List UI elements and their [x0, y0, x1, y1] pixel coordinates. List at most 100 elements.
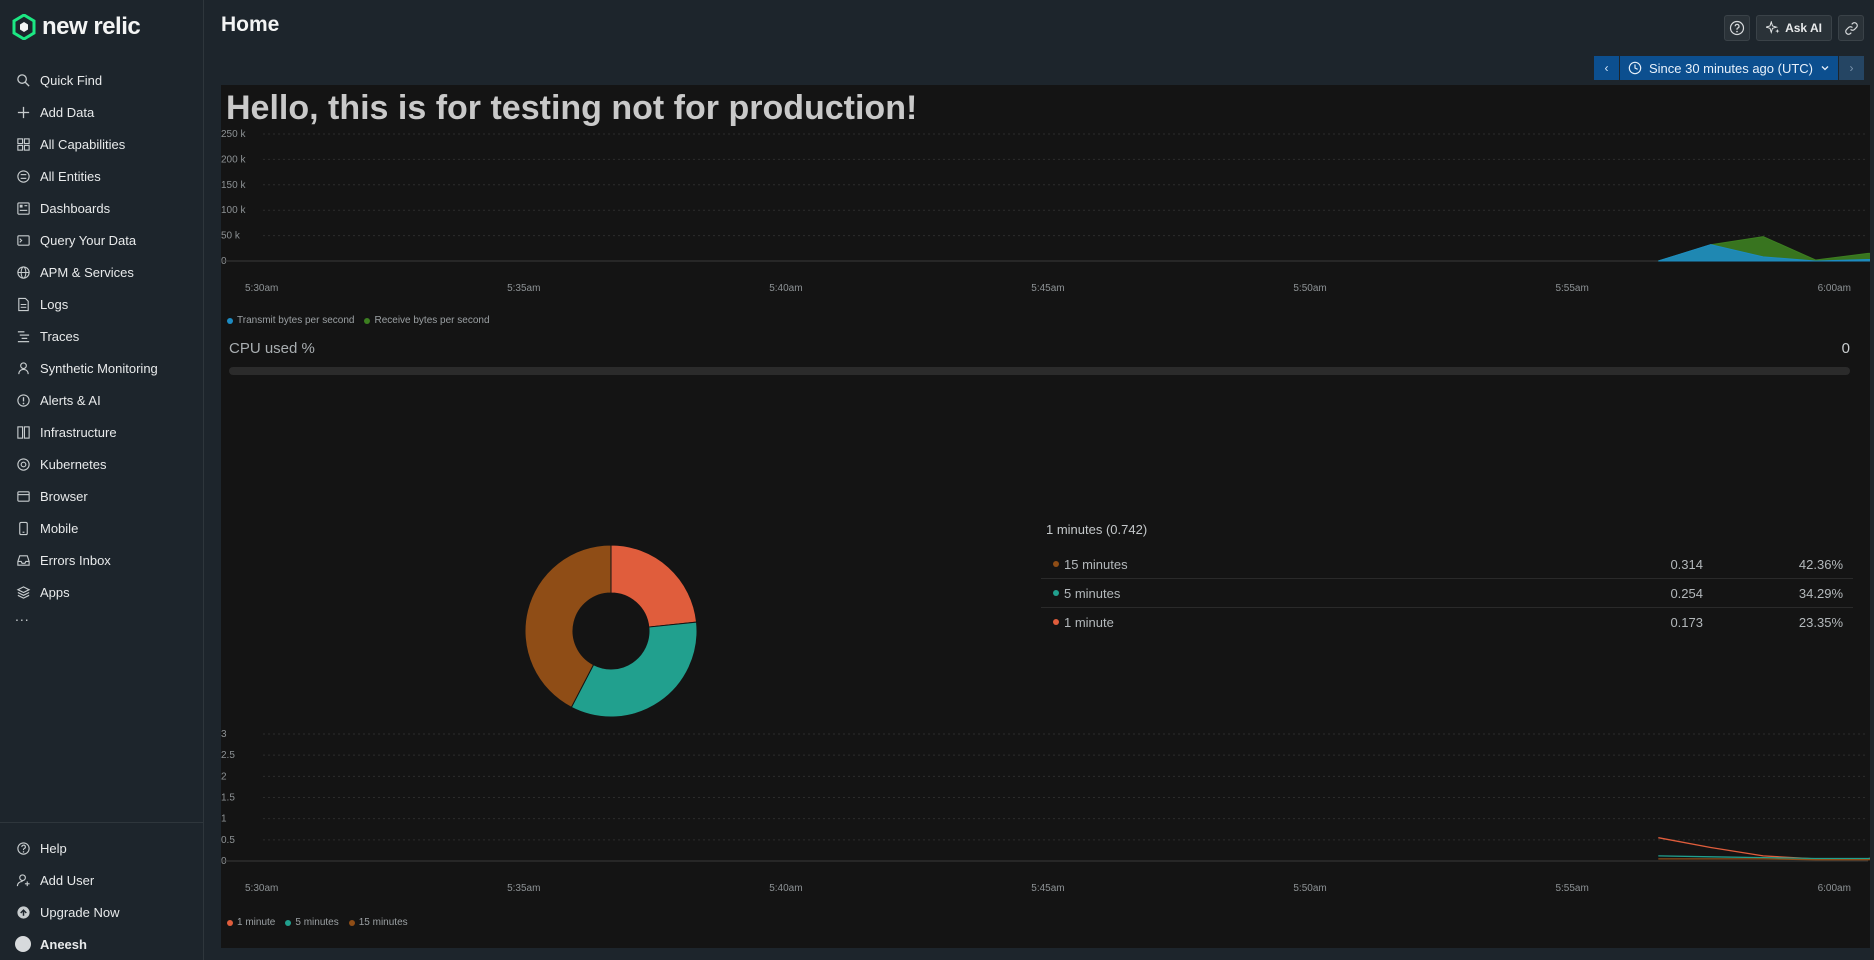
y-tick-label: 0.5 — [221, 835, 235, 846]
time-next-button[interactable]: › — [1839, 56, 1864, 80]
sidebar-item-browser[interactable]: Browser — [0, 480, 204, 512]
pie-row-label: 15 minutes — [1064, 556, 1128, 572]
sidebar-item-label: Synthetic Monitoring — [40, 360, 158, 376]
sidebar-item-quick-find[interactable]: Quick Find — [0, 64, 204, 96]
x-tick-label: 5:45am — [1031, 283, 1064, 294]
ask-ai-button[interactable]: Ask AI — [1756, 15, 1832, 41]
sidebar-item-upgrade-now[interactable]: Upgrade Now — [0, 896, 204, 928]
terminal-icon — [15, 232, 31, 248]
robot-icon — [15, 360, 31, 376]
sidebar-item-user-profile[interactable]: Aneesh — [0, 928, 204, 960]
pie-table-row[interactable]: 5 minutes 0.254 34.29% — [1041, 579, 1853, 608]
layers-icon — [15, 584, 31, 600]
traces-icon — [15, 328, 31, 344]
sidebar-item-label: Errors Inbox — [40, 552, 111, 568]
sidebar-item-apps[interactable]: Apps — [0, 576, 204, 608]
sidebar-item-kubernetes[interactable]: Kubernetes — [0, 448, 204, 480]
sidebar-item-label: APM & Services — [40, 264, 134, 280]
x-tick-label: 5:30am — [245, 283, 278, 294]
sidebar-item-add-user[interactable]: Add User — [0, 864, 204, 896]
sidebar-item-infrastructure[interactable]: Infrastructure — [0, 416, 204, 448]
sidebar-item-help[interactable]: Help — [0, 832, 204, 864]
sidebar-item-label: Mobile — [40, 520, 79, 536]
ask-ai-label: Ask AI — [1785, 21, 1822, 35]
help-button[interactable] — [1724, 15, 1751, 41]
pie-table-row[interactable]: 15 minutes 0.314 42.36% — [1041, 550, 1853, 579]
sidebar-item-label: All Capabilities — [40, 136, 126, 152]
pie-row-value: 0.254 — [1670, 585, 1703, 601]
time-prev-button[interactable]: ‹ — [1593, 56, 1619, 80]
chevron-right-icon: › — [1849, 61, 1854, 75]
series-line — [1658, 837, 1870, 860]
upgrade-icon — [15, 904, 31, 920]
more-menu-button[interactable]: ... — [0, 608, 204, 632]
sidebar-item-label: Infrastructure — [40, 424, 117, 440]
inbox-icon — [15, 552, 31, 568]
time-range-selector[interactable]: Since 30 minutes ago (UTC) — [1618, 56, 1839, 80]
load-line-chart: 32.521.510.505:30am5:35am5:40am5:45am5:5… — [221, 729, 1870, 894]
sidebar-item-label: Help — [40, 840, 67, 856]
load-breakdown-table: 1 minutes (0.742) 15 minutes 0.314 42.36% 5… — [1041, 522, 1853, 636]
sparkle-icon — [1766, 21, 1780, 35]
chevron-down-icon — [1821, 66, 1829, 71]
pie-row-swatch — [1053, 619, 1059, 625]
new-relic-logo[interactable]: new relic — [12, 12, 141, 42]
sidebar-item-all-capabilities[interactable]: All Capabilities — [0, 128, 204, 160]
sidebar-item-all-entities[interactable]: All Entities — [0, 160, 204, 192]
load-chart-legend: 1 minute 5 minutes 15 minutes — [227, 917, 408, 928]
legend-item[interactable]: 5 minutes — [285, 917, 339, 928]
x-tick-label: 5:55am — [1555, 883, 1588, 894]
legend-label: Receive bytes per second — [374, 315, 490, 326]
sidebar-item-logs[interactable]: Logs — [0, 288, 204, 320]
kubernetes-icon — [15, 456, 31, 472]
series-area — [1658, 236, 1870, 262]
sidebar-item-label: All Entities — [40, 168, 101, 184]
legend-label: 5 minutes — [295, 917, 339, 928]
sidebar-item-label: Query Your Data — [40, 232, 137, 248]
legend-item[interactable]: Transmit bytes per second — [227, 315, 354, 326]
copy-link-button[interactable] — [1838, 15, 1864, 41]
pie-row-swatch — [1053, 561, 1059, 567]
sidebar-item-alerts-ai[interactable]: Alerts & AI — [0, 384, 204, 416]
legend-item[interactable]: Receive bytes per second — [364, 315, 490, 326]
pie-row-value: 0.173 — [1670, 614, 1703, 630]
dashboard-panel: Hello, this is for testing not for produ… — [221, 85, 1870, 948]
page-title: Home — [221, 13, 280, 36]
sidebar-item-mobile[interactable]: Mobile — [0, 512, 204, 544]
sidebar-item-apm-services[interactable]: APM & Services — [0, 256, 204, 288]
y-tick-label: 2.5 — [221, 750, 235, 761]
pie-slice[interactable] — [610, 544, 698, 628]
sidebar-bottom: Help Add User Upgrade Now Aneesh — [0, 822, 204, 960]
link-icon — [1844, 21, 1858, 35]
sidebar: new relic Quick Find Add Data All Capabi… — [0, 0, 204, 960]
mobile-icon — [15, 520, 31, 536]
legend-item[interactable]: 1 minute — [227, 917, 275, 928]
sidebar-item-errors-inbox[interactable]: Errors Inbox — [0, 544, 204, 576]
sidebar-item-dashboards[interactable]: Dashboards — [0, 192, 204, 224]
infrastructure-icon — [15, 424, 31, 440]
time-range-label: Since 30 minutes ago (UTC) — [1648, 60, 1813, 76]
sidebar-item-query-your-data[interactable]: Query Your Data — [0, 224, 204, 256]
cpu-label: CPU used % — [229, 340, 315, 357]
cpu-progress-bar — [229, 367, 1850, 375]
x-tick-label: 5:55am — [1555, 283, 1588, 294]
clock-icon — [1628, 61, 1642, 75]
brand-name: new relic — [42, 13, 141, 40]
sidebar-item-label: Apps — [40, 584, 70, 600]
pie-row-label: 1 minute — [1064, 614, 1114, 630]
legend-swatch — [285, 919, 292, 926]
legend-item[interactable]: 15 minutes — [348, 917, 408, 928]
y-tick-label: 250 k — [221, 129, 246, 140]
sidebar-item-label: Add User — [40, 872, 95, 888]
network-area-chart: 250 k200 k150 k100 k50 k05:30am5:35am5:4… — [221, 129, 1870, 294]
y-tick-label: 100 k — [221, 205, 246, 216]
y-tick-label: 1 — [221, 814, 227, 825]
avatar — [15, 936, 31, 952]
sidebar-item-label: Quick Find — [40, 72, 103, 88]
help-icon — [1729, 20, 1745, 36]
sidebar-item-synthetic-monitoring[interactable]: Synthetic Monitoring — [0, 352, 204, 384]
cpu-value: 0 — [1841, 340, 1850, 357]
sidebar-item-traces[interactable]: Traces — [0, 320, 204, 352]
pie-table-row[interactable]: 1 minute 0.173 23.35% — [1041, 608, 1853, 636]
sidebar-item-add-data[interactable]: Add Data — [0, 96, 204, 128]
